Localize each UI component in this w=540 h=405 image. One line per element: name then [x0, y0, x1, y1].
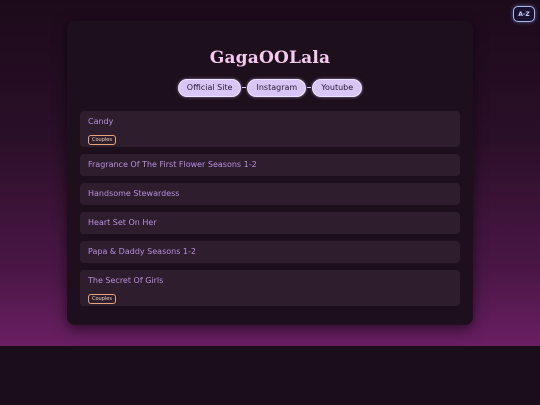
list-item-title: The Secret Of Girls	[88, 276, 164, 285]
list-item-title: Candy	[88, 117, 114, 126]
list-item-title: Handsome Stewardess	[88, 189, 180, 198]
list-item-candy[interactable]: Candy Couples	[80, 111, 460, 147]
list-item-heart-set-on-her[interactable]: Heart Set On Her	[80, 212, 460, 234]
page-title: GagaOOLala	[209, 48, 331, 68]
list-item-title: Papa & Daddy Seasons 1-2	[88, 247, 196, 256]
list-item-title: Heart Set On Her	[88, 218, 157, 227]
link-bar: Official Site Instagram Youtube	[67, 78, 473, 97]
list-item-fragrance[interactable]: Fragrance Of The First Flower Seasons 1-…	[80, 154, 460, 176]
tag-badge-couples: Couples	[88, 294, 116, 304]
youtube-link[interactable]: Youtube	[312, 78, 363, 97]
page-footer-area	[0, 346, 540, 405]
instagram-link[interactable]: Instagram	[247, 78, 307, 97]
sort-az-button[interactable]: A-Z	[513, 6, 535, 22]
tag-badge-couples: Couples	[88, 135, 116, 145]
official-site-link[interactable]: Official Site	[177, 78, 242, 97]
list-item-handsome-stewardess[interactable]: Handsome Stewardess	[80, 183, 460, 205]
list-item-papa-daddy[interactable]: Papa & Daddy Seasons 1-2	[80, 241, 460, 263]
link-separator	[242, 87, 247, 88]
title-list: Candy Couples Fragrance Of The First Flo…	[80, 111, 460, 313]
link-separator	[307, 87, 312, 88]
list-item-title: Fragrance Of The First Flower Seasons 1-…	[88, 160, 257, 169]
list-item-secret-of-girls[interactable]: The Secret Of Girls Couples	[80, 270, 460, 306]
main-card: GagaOOLala Official Site Instagram Youtu…	[67, 21, 473, 325]
